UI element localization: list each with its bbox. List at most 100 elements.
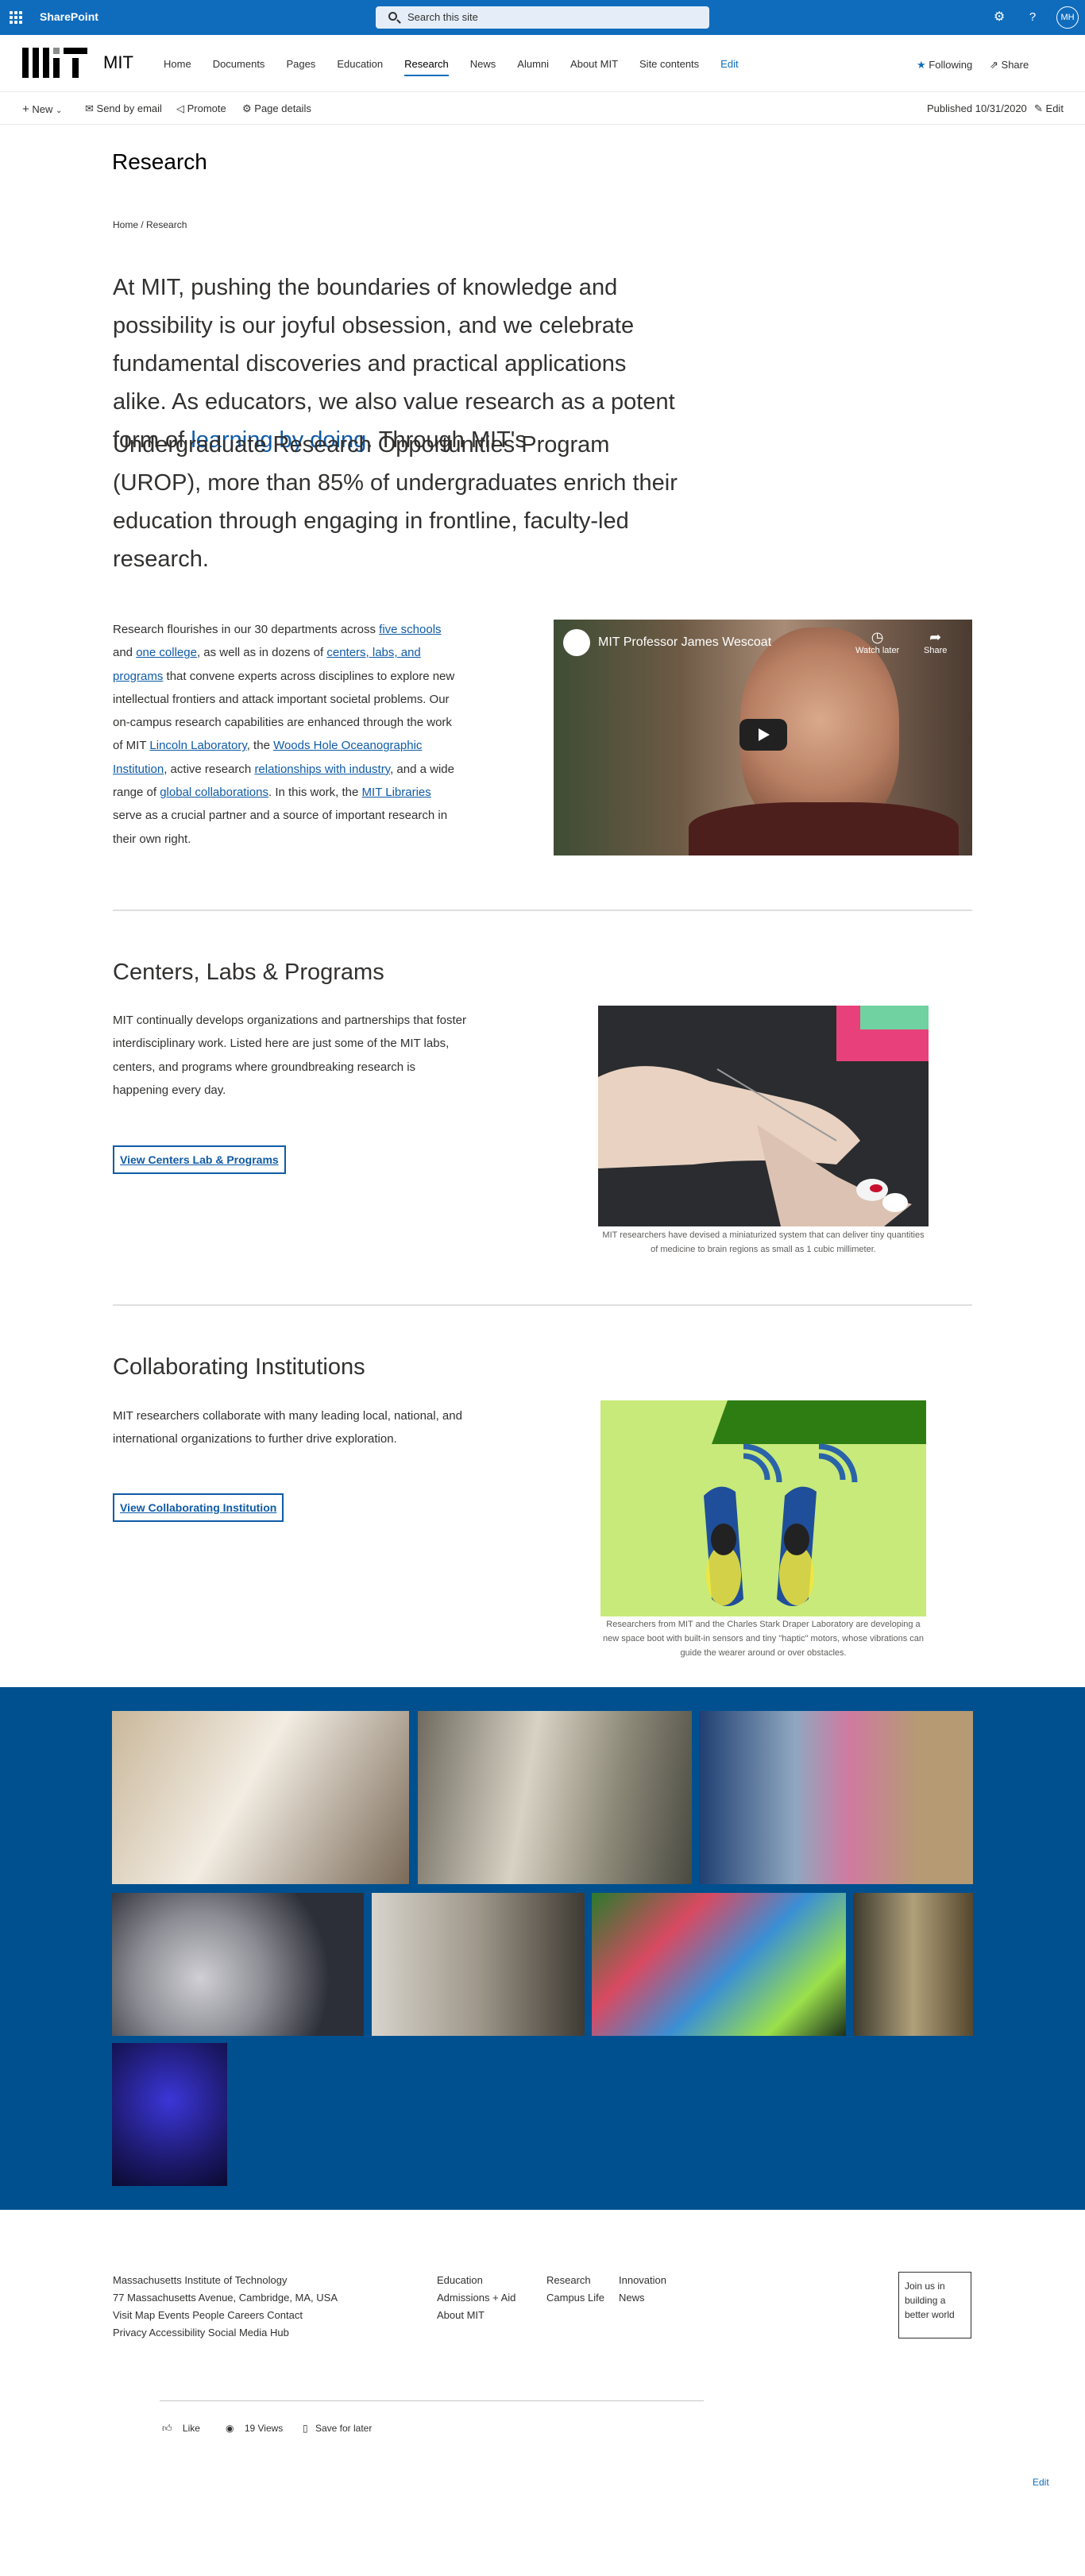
nav-home[interactable]: Home [164,53,191,75]
video-title[interactable]: MIT Professor James Wescoat [598,635,771,650]
views-label: 19 Views [244,2423,284,2434]
footer-link[interactable]: Research [546,2272,604,2289]
hand-device-image [598,1006,929,1226]
join-us-box[interactable]: Join us in building a better world [898,2272,971,2338]
footer-links-row[interactable]: Privacy Accessibility Social Media Hub [113,2324,367,2342]
edit-link[interactable]: Edit [1033,2477,1049,2488]
site-title[interactable]: MIT [103,52,133,73]
view-collab-button[interactable]: View Collaborating Institution [113,1493,284,1522]
gear-icon: ⚙ [242,102,252,114]
footer-link[interactable]: News [619,2289,666,2307]
body-text: Research flourishes in our 30 department… [113,623,380,636]
body-text: , as well as in dozens of [196,646,327,660]
app-launcher-icon[interactable] [10,11,22,24]
gallery-image[interactable] [699,1711,973,1884]
share-button[interactable]: ⇗ Share [990,59,1029,71]
gallery-image[interactable] [418,1711,692,1884]
body-text: and [113,646,137,660]
footer-link[interactable]: About MIT [437,2307,515,2324]
one-college-link[interactable]: one college [136,646,197,659]
command-bar: + New ⌄ ✉ Send by email ◁ Promote ⚙ Page… [0,93,1085,125]
new-button[interactable]: + New ⌄ [22,102,62,116]
collab-heading: Collaborating Institutions [113,1354,365,1380]
nav-alumni[interactable]: Alumni [517,53,549,75]
channel-logo-icon[interactable] [563,629,590,656]
footer-link[interactable]: Education [437,2272,515,2289]
save-label: Save for later [315,2423,373,2434]
like-button[interactable]: 👍︎ Like [162,2423,200,2435]
research-body-text: Research flourishes in our 30 department… [113,618,462,851]
promote-label: Promote [187,102,226,114]
watch-later-button[interactable]: ◷ Watch later [855,629,899,655]
bookmark-icon: ▯ [303,2423,308,2434]
footer-column: Education Admissions + Aid About MIT [437,2272,515,2324]
footer-institution: Massachusetts Institute of Technology [113,2274,288,2286]
suite-bar: SharePoint Search this site ⚙ ? MH [0,0,1085,35]
view-centers-button[interactable]: View Centers Lab & Programs [113,1145,286,1174]
footer-link[interactable]: Admissions + Aid [437,2289,515,2307]
nav-pages[interactable]: Pages [286,53,315,75]
global-collaborations-link[interactable]: global collaborations [160,786,268,799]
body-text: , active research [164,762,255,776]
lead-paragraph: At MIT, pushing the boundaries of knowle… [113,268,685,572]
gallery-image[interactable] [853,1893,973,2036]
views-count: ◉ 19 Views [226,2423,283,2434]
footer-link[interactable]: Innovation [619,2272,666,2289]
gallery-image[interactable] [372,1893,585,2036]
centers-heading: Centers, Labs & Programs [113,960,384,985]
gallery-image[interactable] [112,2043,227,2186]
nav-documents[interactable]: Documents [213,53,265,75]
published-status: Published 10/31/2020 [927,102,1027,114]
eye-icon: ◉ [226,2423,234,2434]
body-text: . In this work, the [268,786,362,800]
avatar[interactable]: MH [1056,6,1079,29]
share-arrow-icon: ➦ [929,629,942,645]
divider [113,1304,972,1306]
play-icon[interactable] [739,719,787,751]
nav-about-mit[interactable]: About MIT [570,53,618,75]
help-icon[interactable]: ? [1025,10,1041,25]
send-label: Send by email [96,102,162,114]
chevron-down-icon: ⌄ [56,106,63,115]
star-icon: ★ [917,59,926,71]
nav-research[interactable]: Research [404,53,449,76]
footer-column: Innovation News [619,2272,666,2307]
nav-site-contents[interactable]: Site contents [639,53,699,75]
send-by-email-button[interactable]: ✉ Send by email [85,102,162,115]
centers-text: MIT continually develops organizations a… [113,1014,466,1097]
footer-address: Massachusetts Institute of Technology 77… [113,2272,367,2342]
gallery-image[interactable] [592,1893,846,2036]
promote-button[interactable]: ◁ Promote [176,102,226,115]
edit-page-button[interactable]: ✎ Edit [1034,102,1064,115]
following-button[interactable]: ★ Following [917,59,972,71]
nav-edit-link[interactable]: Edit [720,53,738,75]
image-gallery [0,1687,1085,2210]
gallery-image[interactable] [112,1711,409,1884]
five-schools-link[interactable]: five schools [379,623,441,636]
mit-libraries-link[interactable]: MIT Libraries [362,786,431,799]
save-for-later-button[interactable]: ▯ Save for later [303,2423,372,2434]
site-header: MIT Home Documents Pages Education Resea… [0,35,1085,92]
app-name[interactable]: SharePoint [40,10,98,23]
new-label: New [32,103,53,115]
footer-link[interactable]: Campus Life [546,2289,604,2307]
settings-gear-icon[interactable]: ⚙ [991,10,1007,25]
lincoln-laboratory-link[interactable]: Lincoln Laboratory [149,739,246,752]
video-player[interactable]: MIT Professor James Wescoat ◷ Watch late… [554,620,972,855]
mail-icon: ✉ [85,102,94,114]
body-text: serve as a crucial partner and a source … [113,809,448,846]
nav-news[interactable]: News [470,53,496,75]
gallery-image[interactable] [112,1893,364,2036]
collab-image-caption: Researchers from MIT and the Charles Sta… [602,1620,924,1658]
breadcrumb[interactable]: Home / Research [113,219,187,230]
search-input[interactable]: Search this site [376,6,709,29]
video-share-label: Share [924,646,948,655]
footer-links-row[interactable]: Visit Map Events People Careers Contact [113,2307,367,2324]
page-title: Research [112,149,207,174]
nav-education[interactable]: Education [337,53,383,75]
search-icon [388,12,397,21]
mit-logo[interactable] [22,46,89,81]
industry-relationships-link[interactable]: relationships with industry [254,763,390,776]
page-details-button[interactable]: ⚙ Page details [242,102,311,115]
video-share-button[interactable]: ➦ Share [924,629,947,655]
